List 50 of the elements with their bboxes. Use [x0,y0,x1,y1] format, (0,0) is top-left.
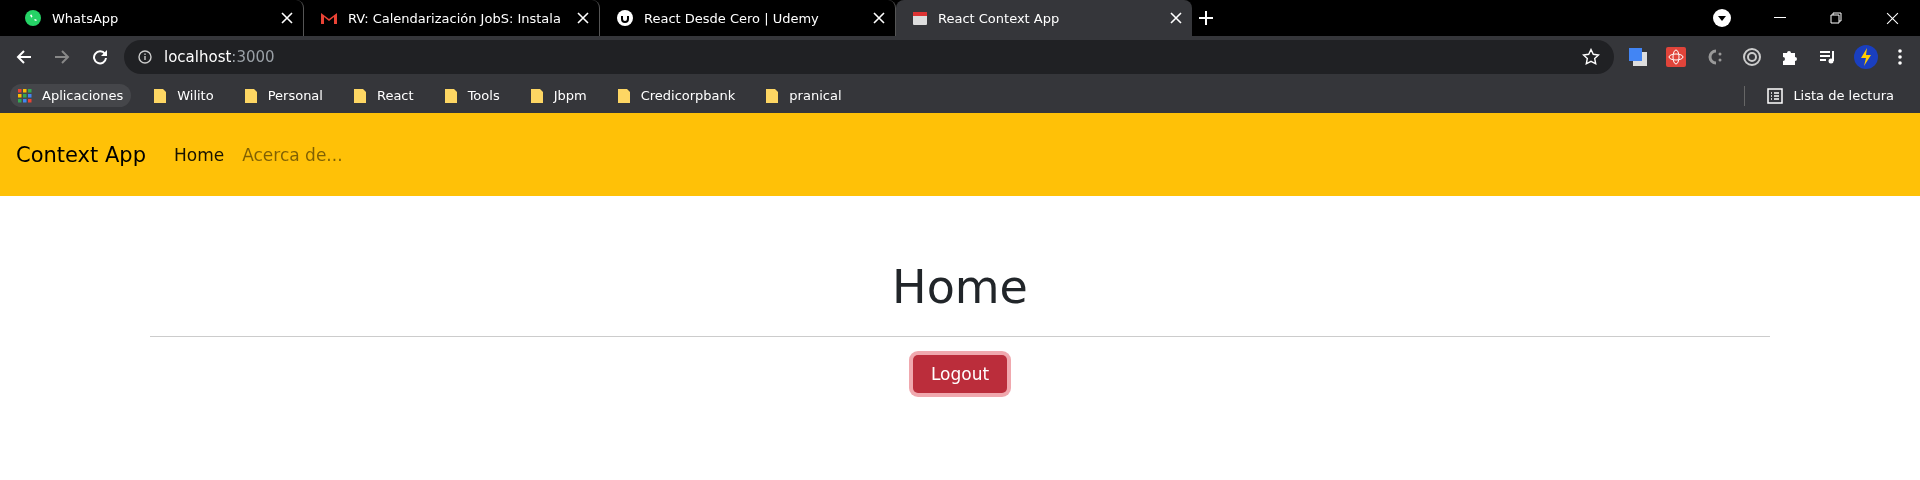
chat-bubble-icon [24,9,42,27]
address-bar[interactable]: localhost:3000 [124,40,1614,74]
nav-link[interactable]: Home [173,144,225,165]
folder-icon [616,87,631,104]
bookmark[interactable]: Aplicaciones [10,84,132,107]
star-icon[interactable] [1582,48,1600,66]
circle-u-icon [616,9,634,27]
close-icon[interactable] [873,12,885,24]
close-icon[interactable] [281,12,293,24]
folder-icon [443,87,458,104]
bookmark[interactable]: Personal [235,83,331,108]
avatar-icon[interactable] [1854,45,1878,69]
restore-icon[interactable] [1830,12,1842,24]
reload-icon[interactable] [92,49,108,65]
reading-list-button[interactable]: Lista de lectura [1759,83,1902,108]
page-heading: Home [892,260,1028,314]
nav-link[interactable]: Acerca de... [242,144,343,165]
browser-tab[interactable]: React Context App [896,0,1192,36]
brand-link[interactable]: Context App [16,142,146,167]
target-icon[interactable] [1742,47,1762,67]
bookmark[interactable]: Credicorpbank [608,83,744,108]
url-host: localhost [164,48,232,66]
bookmark[interactable]: Jbpm [521,83,595,108]
playlist-icon[interactable] [1819,49,1837,65]
mail-icon [320,11,338,25]
bookmark[interactable]: React [344,83,422,108]
back-arrow-icon[interactable] [16,49,32,65]
apps-grid-icon [18,88,32,103]
close-icon[interactable] [1885,11,1899,25]
bookmark[interactable]: Wilito [145,83,222,108]
bookmark[interactable]: Tools [435,83,508,108]
menu-icon[interactable] [1898,49,1902,65]
puzzle-icon[interactable] [1781,48,1799,66]
folder-icon [243,87,258,104]
minimize-icon[interactable] [1774,17,1786,19]
folder-icon [153,87,168,104]
folder-icon [352,87,367,104]
folder-icon [765,87,780,104]
info-icon [138,50,152,64]
folder-icon [529,87,544,104]
list-icon [1767,87,1784,104]
forward-arrow-icon[interactable] [54,49,70,65]
url-port: :3000 [231,48,275,66]
calendar-icon [912,10,928,26]
bookmark[interactable]: pranical [757,83,850,108]
atom-icon[interactable] [1666,47,1686,67]
dropdown-icon[interactable] [1713,9,1731,27]
close-icon[interactable] [577,12,589,24]
plus-icon[interactable] [1198,10,1214,26]
close-icon[interactable] [1170,12,1182,24]
